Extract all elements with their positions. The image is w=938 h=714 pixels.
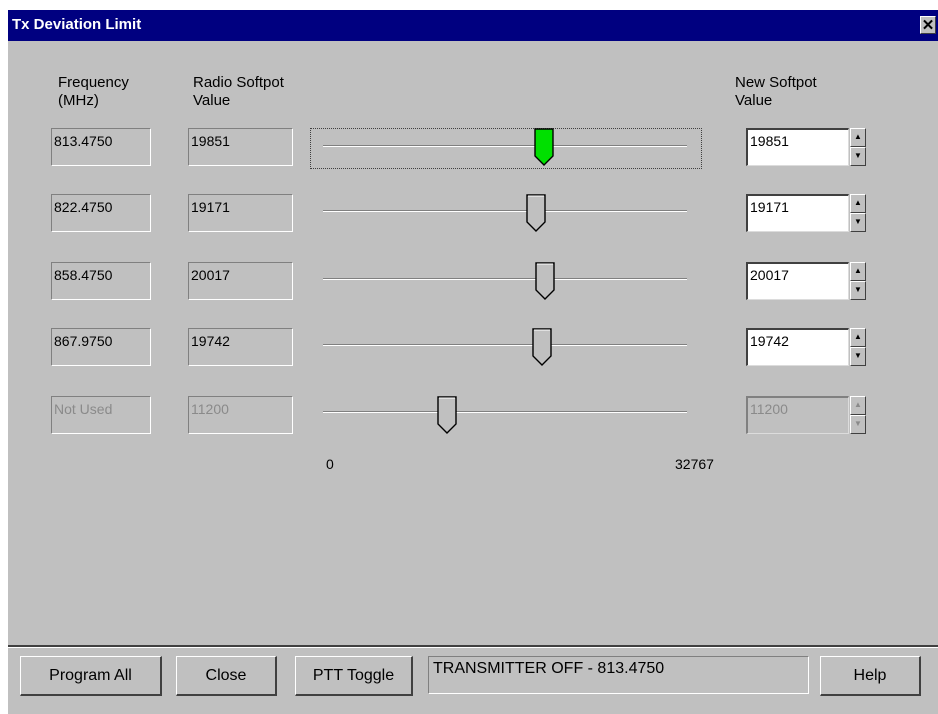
slider-focus-rect: [310, 128, 702, 169]
spin-up-icon[interactable]: ▲: [850, 262, 866, 281]
value-spinner[interactable]: ▲ ▼: [850, 396, 866, 434]
frequency-field: 867.9750: [51, 328, 151, 366]
frequency-header-line1: Frequency: [58, 74, 129, 91]
slider-thumb[interactable]: [531, 328, 553, 366]
slider-track[interactable]: [323, 145, 687, 147]
frequency-field: 858.4750: [51, 262, 151, 300]
spin-down-icon[interactable]: ▼: [850, 347, 866, 366]
new-value-input[interactable]: 19742: [746, 328, 849, 366]
spin-up-icon[interactable]: ▲: [850, 194, 866, 213]
slider-track[interactable]: [323, 278, 687, 280]
slider-track[interactable]: [323, 210, 687, 212]
spin-down-icon[interactable]: ▼: [850, 147, 866, 166]
slider-track[interactable]: [323, 344, 687, 346]
status-field: TRANSMITTER OFF - 813.4750: [428, 656, 809, 694]
slider-thumb[interactable]: [533, 128, 555, 166]
spin-down-icon[interactable]: ▼: [850, 213, 866, 232]
slider-track[interactable]: [323, 411, 687, 413]
new-value-input[interactable]: 19851: [746, 128, 849, 166]
slider-max-label: 32767: [675, 456, 714, 472]
spin-up-icon[interactable]: ▲: [850, 328, 866, 347]
radio-softpot-header-line1: Radio Softpot: [193, 74, 284, 91]
spin-up-icon[interactable]: ▲: [850, 128, 866, 147]
frequency-header-line2: (MHz): [58, 92, 99, 109]
program-all-button[interactable]: Program All: [20, 656, 162, 696]
window-title: Tx Deviation Limit: [12, 16, 142, 33]
radio-softpot-header: Radio Softpot Value: [193, 74, 284, 110]
radio-value-field: 19171: [188, 194, 293, 232]
radio-value-field: 19851: [188, 128, 293, 166]
close-button[interactable]: Close: [176, 656, 277, 696]
slider-thumb[interactable]: [436, 396, 458, 434]
frequency-field: 813.4750: [51, 128, 151, 166]
close-icon[interactable]: ✕: [920, 16, 936, 34]
dialog-window: Tx Deviation Limit ✕ Frequency (MHz) Rad…: [8, 10, 938, 714]
value-spinner[interactable]: ▲ ▼: [850, 194, 866, 232]
frequency-field: 822.4750: [51, 194, 151, 232]
spin-up-icon[interactable]: ▲: [850, 396, 866, 415]
radio-value-field: 19742: [188, 328, 293, 366]
new-value-input[interactable]: 11200: [746, 396, 849, 434]
new-value-input[interactable]: 19171: [746, 194, 849, 232]
spin-down-icon[interactable]: ▼: [850, 415, 866, 434]
help-button[interactable]: Help: [820, 656, 921, 696]
slider-min-label: 0: [326, 456, 334, 472]
footer-separator: [8, 645, 938, 648]
spin-down-icon[interactable]: ▼: [850, 281, 866, 300]
ptt-toggle-button[interactable]: PTT Toggle: [295, 656, 413, 696]
radio-value-field: 20017: [188, 262, 293, 300]
value-spinner[interactable]: ▲ ▼: [850, 128, 866, 166]
slider-thumb[interactable]: [525, 194, 547, 232]
new-softpot-header-line1: New Softpot: [735, 74, 817, 91]
new-softpot-header-line2: Value: [735, 92, 773, 109]
new-value-input[interactable]: 20017: [746, 262, 849, 300]
title-bar[interactable]: Tx Deviation Limit ✕: [8, 10, 938, 41]
new-softpot-header: New Softpot Value: [735, 74, 817, 110]
value-spinner[interactable]: ▲ ▼: [850, 328, 866, 366]
frequency-header: Frequency (MHz): [58, 74, 129, 110]
value-spinner[interactable]: ▲ ▼: [850, 262, 866, 300]
slider-thumb[interactable]: [534, 262, 556, 300]
radio-softpot-header-line2: Value: [193, 92, 231, 109]
frequency-field: Not Used: [51, 396, 151, 434]
radio-value-field: 11200: [188, 396, 293, 434]
